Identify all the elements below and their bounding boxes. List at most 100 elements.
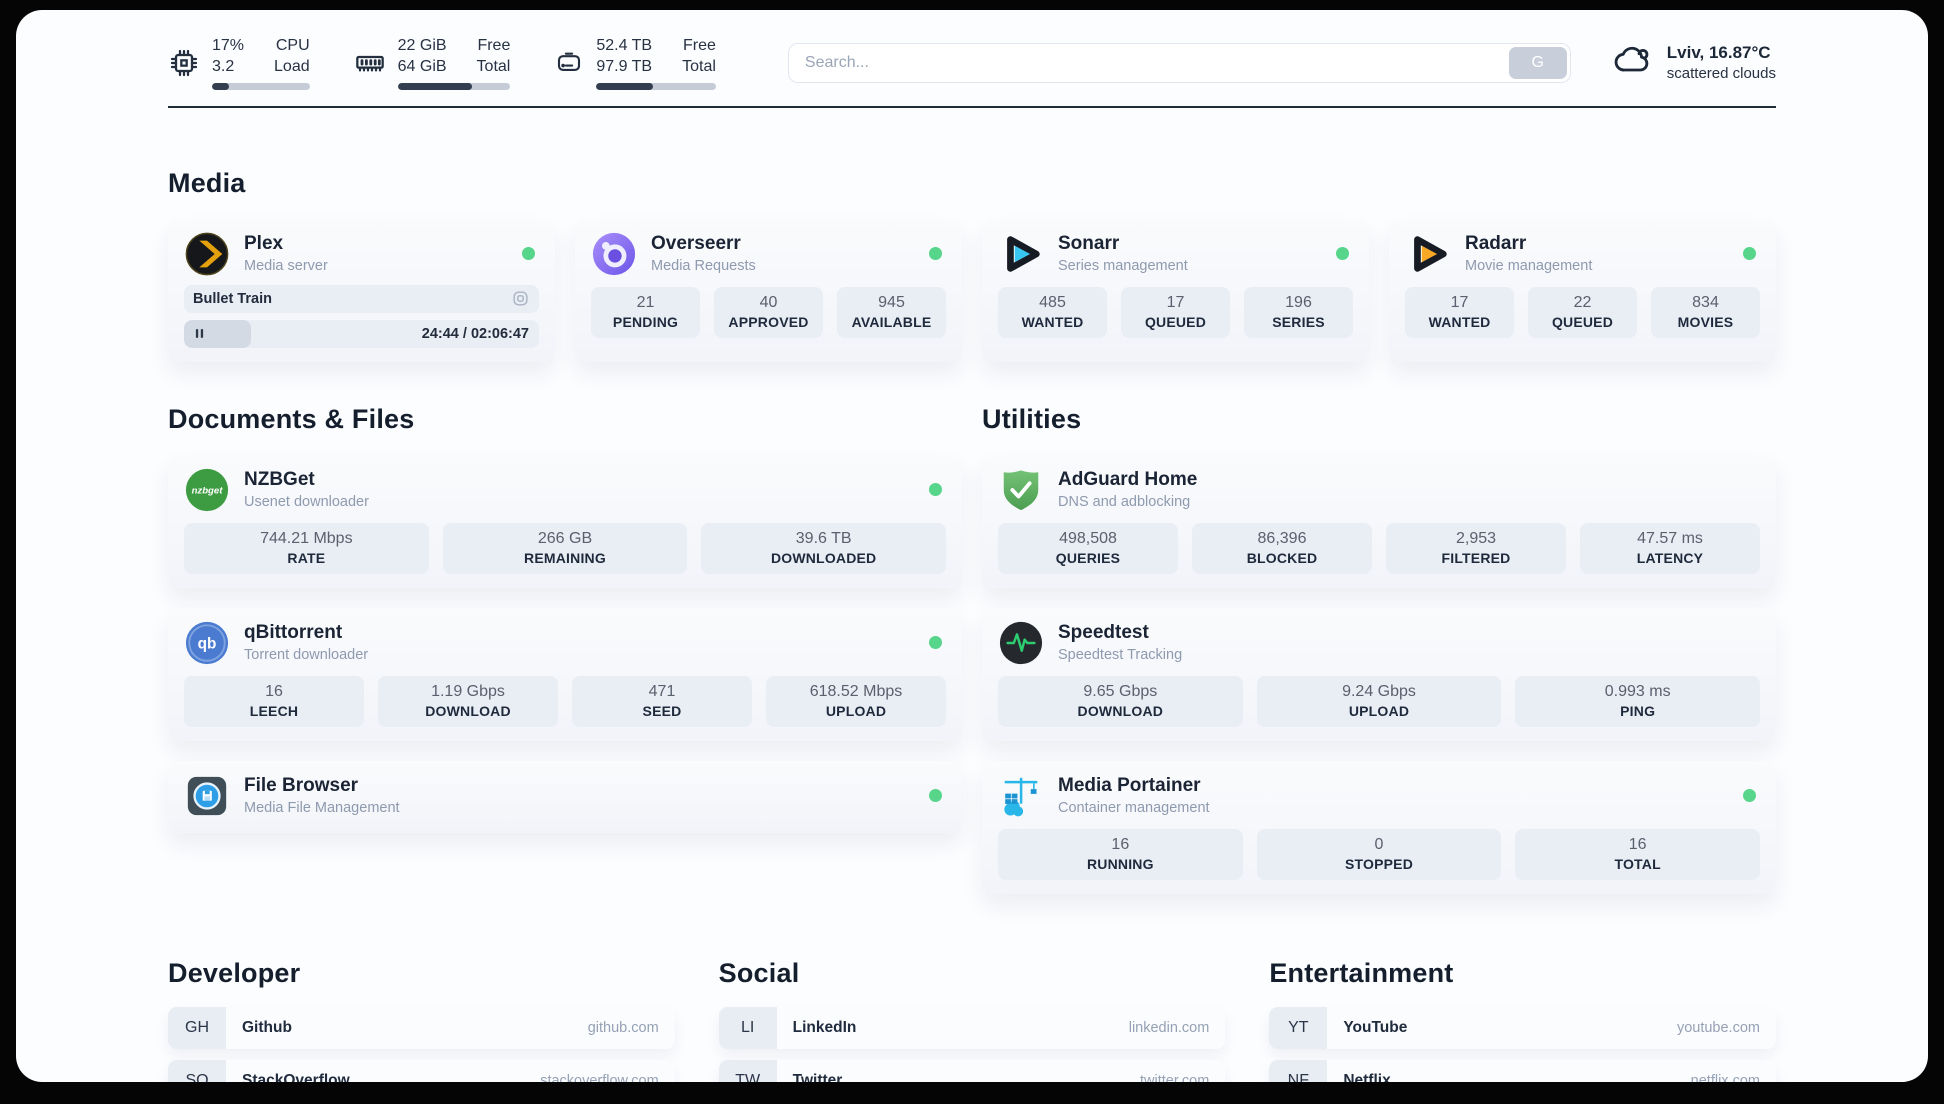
bookmark-row-netflix[interactable]: NF Netflix netflix.com bbox=[1269, 1059, 1776, 1082]
stat-boxes: 17 WANTED 22 QUEUED 834 MOVIES bbox=[1405, 286, 1760, 338]
app-card-file-browser[interactable]: File Browser Media File Management bbox=[168, 760, 962, 833]
stat-label: BLOCKED bbox=[1246, 549, 1318, 566]
stat-label: RATE bbox=[287, 549, 326, 566]
resource-label-2: Total bbox=[682, 57, 716, 75]
app-card-overseerr[interactable]: Overseerr Media Requests 21 PENDING 40 A… bbox=[575, 218, 962, 362]
stat-box: 9.24 Gbps UPLOAD bbox=[1256, 675, 1502, 727]
utilities-card-column: AdGuard Home DNS and adblocking 498,508 … bbox=[982, 454, 1776, 894]
stat-value: 0 bbox=[1374, 835, 1384, 853]
bookmark-name: LinkedIn bbox=[792, 1018, 857, 1036]
app-title: AdGuard Home bbox=[1058, 469, 1198, 491]
stat-label: RUNNING bbox=[1086, 855, 1154, 872]
stat-value: 16 bbox=[1111, 835, 1130, 853]
stat-box: 196 SERIES bbox=[1244, 286, 1353, 338]
stat-boxes: 498,508 QUERIES 86,396 BLOCKED 2,953 FIL… bbox=[998, 522, 1760, 574]
bookmark-abbr: GH bbox=[168, 1006, 226, 1049]
stat-box: 39.6 TB DOWNLOADED bbox=[701, 522, 946, 574]
radarr-icon bbox=[1405, 231, 1451, 277]
status-online-dot bbox=[1743, 789, 1756, 803]
stat-label: QUEUED bbox=[1551, 313, 1614, 330]
pause-icon[interactable] bbox=[193, 327, 206, 340]
app-title: Speedtest bbox=[1058, 622, 1149, 644]
stat-box: 22 QUEUED bbox=[1528, 286, 1637, 338]
playback-seek-bar[interactable]: 24:44 / 02:06:47 bbox=[184, 319, 539, 348]
stat-value: 0.993 ms bbox=[1604, 682, 1671, 700]
stat-value: 16 bbox=[1628, 835, 1647, 853]
app-subtitle: DNS and adblocking bbox=[1058, 493, 1191, 510]
bookmark-url: github.com bbox=[587, 1019, 659, 1036]
stat-box: 86,396 BLOCKED bbox=[1192, 522, 1372, 574]
weather-widget: Lviv, 16.87°C scattered clouds bbox=[1613, 40, 1776, 85]
stat-boxes: 16 LEECH 1.19 Gbps DOWNLOAD 471 SEED 618… bbox=[184, 675, 946, 727]
app-card-nzbget[interactable]: nzbget NZBGet Usenet downloader 744.21 M… bbox=[168, 454, 962, 588]
app-title: File Browser bbox=[244, 775, 359, 797]
stat-box: 945 AVAILABLE bbox=[837, 286, 946, 338]
app-card-radarr[interactable]: Radarr Movie management 17 WANTED 22 QUE… bbox=[1389, 218, 1776, 362]
playback-time: 24:44 / 02:06:47 bbox=[421, 325, 529, 342]
search-input[interactable] bbox=[787, 42, 1571, 83]
stat-value: 1.19 Gbps bbox=[431, 682, 505, 700]
stat-value: 16 bbox=[265, 682, 283, 700]
ram-icon bbox=[354, 47, 386, 79]
screen-icon[interactable] bbox=[511, 289, 530, 308]
bookmark-row-youtube[interactable]: YT YouTube youtube.com bbox=[1269, 1006, 1776, 1049]
stat-label: UPLOAD bbox=[825, 702, 887, 719]
resource-label-2: Total bbox=[476, 57, 511, 75]
stat-value: 485 bbox=[1039, 293, 1066, 311]
stat-value: 196 bbox=[1285, 293, 1312, 311]
stat-value: 744.21 Mbps bbox=[260, 529, 353, 547]
stat-box: 21 PENDING bbox=[591, 286, 700, 338]
bookmark-name: Twitter bbox=[792, 1071, 843, 1082]
resource-value-1: 17% bbox=[212, 37, 245, 54]
resource-label-1: CPU bbox=[275, 37, 310, 54]
app-card-plex[interactable]: Plex Media server Bullet Train 24:44 / 0… bbox=[168, 218, 555, 362]
bookmark-row-github[interactable]: GH Github github.com bbox=[168, 1006, 675, 1049]
app-card-media-portainer[interactable]: Media Portainer Container management 16 … bbox=[982, 760, 1776, 894]
stat-value: 40 bbox=[759, 293, 778, 311]
stat-label: PENDING bbox=[612, 313, 679, 330]
bookmark-row-linkedin[interactable]: LI LinkedIn linkedin.com bbox=[718, 1006, 1226, 1049]
now-playing-row: Bullet Train bbox=[184, 284, 539, 313]
bookmark-group-social: Social LI LinkedIn linkedin.com TW Twitt… bbox=[718, 957, 1226, 1082]
stat-box: 2,953 FILTERED bbox=[1386, 522, 1566, 574]
stat-value: 498,508 bbox=[1059, 529, 1117, 547]
app-card-sonarr[interactable]: Sonarr Series management 485 WANTED 17 Q… bbox=[982, 218, 1369, 362]
stat-boxes: 21 PENDING 40 APPROVED 945 AVAILABLE bbox=[591, 286, 946, 338]
app-title: NZBGet bbox=[244, 469, 315, 491]
app-subtitle: Media server bbox=[244, 257, 328, 274]
qbittorrent-icon: qb bbox=[184, 620, 230, 666]
bookmark-url: stackoverflow.com bbox=[540, 1072, 659, 1082]
bookmark-row-stackoverflow[interactable]: SO StackOverflow stackoverflow.com bbox=[168, 1059, 675, 1082]
app-card-qbittorrent[interactable]: qb qBittorrent Torrent downloader 16 LEE… bbox=[168, 607, 962, 741]
bookmark-url: twitter.com bbox=[1140, 1072, 1210, 1082]
stat-value: 9.65 Gbps bbox=[1083, 682, 1158, 700]
app-card-speedtest[interactable]: Speedtest Speedtest Tracking 9.65 Gbps D… bbox=[982, 607, 1776, 741]
stat-value: 21 bbox=[636, 293, 655, 311]
adguard-icon bbox=[998, 467, 1044, 513]
sonarr-icon bbox=[998, 231, 1044, 277]
app-subtitle: Usenet downloader bbox=[244, 493, 369, 510]
stat-value: 266 GB bbox=[537, 529, 593, 547]
stat-label: FILTERED bbox=[1441, 549, 1511, 566]
bookmark-name: Github bbox=[242, 1018, 292, 1036]
section-heading-utilities: Utilities bbox=[982, 403, 1082, 434]
stat-box: 0.993 ms PING bbox=[1515, 675, 1760, 727]
svg-text:qb: qb bbox=[198, 635, 217, 652]
app-subtitle: Movie management bbox=[1465, 257, 1593, 274]
section-heading-social: Social bbox=[718, 957, 800, 988]
app-card-adguard-home[interactable]: AdGuard Home DNS and adblocking 498,508 … bbox=[982, 454, 1776, 588]
app-subtitle: Media Requests bbox=[651, 257, 756, 274]
stat-label: TOTAL bbox=[1614, 855, 1661, 872]
overseerr-icon bbox=[591, 231, 637, 277]
stat-box: 266 GB REMAINING bbox=[442, 522, 688, 574]
bookmark-abbr: LI bbox=[718, 1006, 777, 1049]
resource-value-2: 64 GiB bbox=[397, 57, 447, 75]
stat-label: WANTED bbox=[1021, 313, 1084, 330]
header-bar: 17% 3.2 CPU Load 22 GiB 64 GiB Free Tota bbox=[168, 36, 1776, 90]
app-title: qBittorrent bbox=[244, 622, 343, 644]
stat-boxes: 16 RUNNING 0 STOPPED 16 TOTAL bbox=[998, 828, 1760, 880]
bookmark-row-twitter[interactable]: TW Twitter twitter.com bbox=[718, 1059, 1226, 1082]
nzbget-icon: nzbget bbox=[184, 467, 230, 513]
search-engine-button[interactable]: G bbox=[1508, 46, 1567, 79]
stat-value: 945 bbox=[878, 293, 905, 311]
